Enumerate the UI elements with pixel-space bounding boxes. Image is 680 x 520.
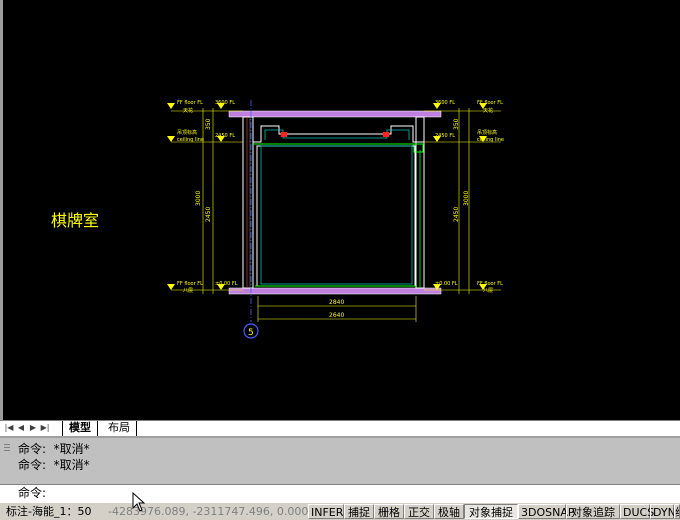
command-history-line: 命令: *取消* (18, 458, 90, 472)
tab-model[interactable]: 模型 (62, 421, 98, 437)
left-mark-top-sub: 天花 (183, 107, 193, 114)
toggle-ortho[interactable]: 正交 (404, 504, 434, 519)
panel-grip-line (4, 447, 10, 448)
vdim-left-lower: 2450 (205, 207, 212, 222)
right-mark-mid-sub: ceiling line (477, 137, 504, 143)
ceiling-dim-right: 2450 FL (435, 133, 455, 139)
layout-tab-bar: |◀ ◀ ▶ ▶| 模型 布局 (0, 420, 680, 437)
left-mark-bot: FF floor FL (177, 281, 203, 287)
ceiling-dim-left: 2450 FL (215, 133, 235, 139)
prev-tab-button[interactable]: ◀ (16, 422, 26, 434)
top-dim-right: 3600 FL (435, 100, 455, 106)
command-history-line: 命令: *取消* (18, 442, 90, 456)
right-wall (415, 116, 425, 289)
vdim-right-upper: 350 (453, 118, 460, 130)
toggle-snap[interactable]: 捕捉 (344, 504, 374, 519)
next-tab-button[interactable]: ▶ (28, 422, 38, 434)
right-mark-bot-sub: 八层 (483, 288, 493, 294)
toggle-infer[interactable]: INFER (308, 504, 344, 519)
cad-drawing: 棋牌室 5 3600 FL 2450 FL ±0.00 FL FF floor … (51, 100, 504, 339)
floor-dim-right: ±0.00 FL (435, 281, 458, 287)
toggle-lineweight[interactable]: 线 (674, 504, 680, 519)
status-bar: 标注-海能_1：50 -4283976.089, -2311747.496, 0… (0, 502, 680, 520)
tab-layout[interactable]: 布局 (102, 421, 137, 436)
panel-grip[interactable] (4, 444, 10, 445)
right-mark-mid: 吊顶标高 (477, 129, 497, 136)
right-mark-top: FF floor FL (477, 100, 503, 106)
bottom-slab (228, 287, 442, 295)
command-prompt: 命令: (18, 486, 47, 500)
drawing-canvas[interactable]: 棋牌室 5 3600 FL 2450 FL ±0.00 FL FF floor … (0, 0, 680, 420)
left-mark-bot-sub: 八层 (183, 288, 193, 294)
ceiling-frame (253, 125, 424, 153)
command-history-panel: 命令: *取消* 命令: *取消* (0, 436, 680, 484)
right-mark-top-sub: 天花 (483, 107, 493, 114)
left-wall (242, 116, 254, 289)
left-mark-mid: 吊顶标高 (177, 129, 197, 136)
top-slab (228, 110, 442, 118)
panel-grip-line (4, 450, 10, 451)
mouse-pointer-icon (132, 492, 146, 512)
right-mark-bot: FF floor FL (477, 281, 503, 287)
wall-panel (255, 145, 417, 287)
axis-bubble-number: 5 (248, 328, 254, 338)
vdim-left-upper: 350 (205, 118, 212, 130)
toggle-grid[interactable]: 栅格 (374, 504, 404, 519)
toggle-otrack[interactable]: 对象追踪 (566, 504, 620, 519)
annotation-scale[interactable]: 标注-海能_1：50 (6, 504, 91, 519)
vdim-right-total: 3000 (463, 191, 470, 206)
top-dim-left: 3600 FL (215, 100, 235, 106)
left-mark-top: FF floor FL (177, 100, 203, 106)
left-mark-mid-sub: ceiling line (177, 137, 204, 143)
level-markers (167, 103, 487, 290)
vdim-left-total: 3000 (195, 191, 202, 206)
command-input-line[interactable]: 命令: (0, 484, 680, 502)
toggle-dyn[interactable]: DYN (650, 504, 676, 519)
first-tab-button[interactable]: |◀ (4, 422, 14, 434)
hdim-outer: 2640 (329, 312, 344, 319)
toggle-3dosnap[interactable]: 3DOSNAP (518, 504, 575, 519)
vdim-right-lower: 2450 (453, 207, 460, 222)
floor-dim-left: ±0.00 FL (215, 281, 238, 287)
toggle-polar[interactable]: 极轴 (434, 504, 464, 519)
room-label: 棋牌室 (51, 211, 99, 230)
toggle-ducs[interactable]: DUCS (620, 504, 654, 519)
last-tab-button[interactable]: ▶| (40, 422, 50, 434)
toggle-osnap[interactable]: 对象捕捉 (464, 504, 518, 519)
hdim-inner: 2840 (329, 299, 344, 306)
